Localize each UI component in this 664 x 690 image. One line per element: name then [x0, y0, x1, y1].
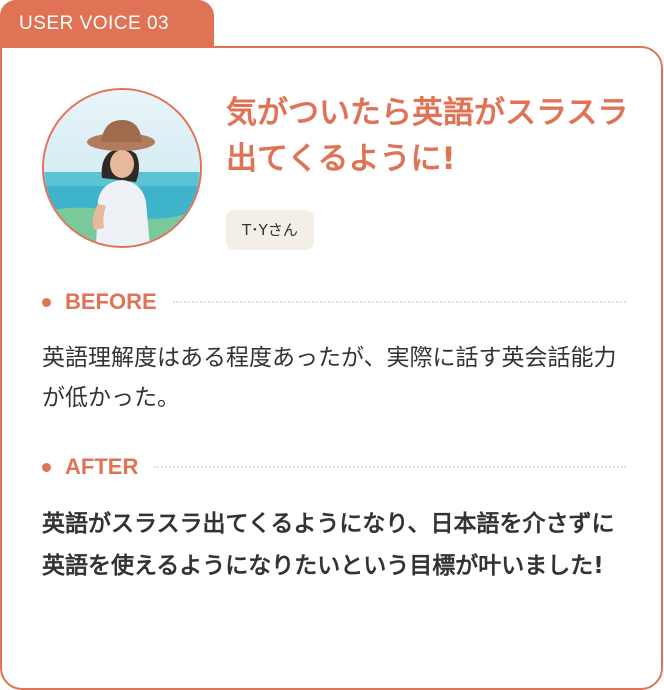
user-voice-tab: USER VOICE 03: [0, 0, 214, 48]
user-avatar: [42, 88, 202, 248]
after-section-header: AFTER: [42, 454, 626, 479]
after-label: AFTER: [65, 454, 139, 479]
before-label: BEFORE: [65, 289, 157, 314]
bullet-dot-icon: [42, 462, 51, 472]
testimonial-card: 気がついたら英語がスラスラ出てくるように! T･Yさん BEFORE 英語理解度…: [0, 46, 663, 690]
user-photo: [44, 90, 200, 246]
dotted-divider: [172, 301, 626, 303]
testimonial-headline: 気がついたら英語がスラスラ出てくるように!: [226, 95, 629, 177]
user-name-tag: T･Yさん: [226, 210, 314, 250]
dotted-divider: [154, 466, 626, 468]
after-text: 英語がスラスラ出てくるようになり、日本語を介さずに英語を使えるようになりたいとい…: [42, 511, 615, 579]
bullet-dot-icon: [42, 297, 51, 307]
before-text: 英語理解度はある程度あったが、実際に話す英会話能力が低かった。: [42, 345, 617, 411]
before-section-header: BEFORE: [42, 289, 626, 314]
